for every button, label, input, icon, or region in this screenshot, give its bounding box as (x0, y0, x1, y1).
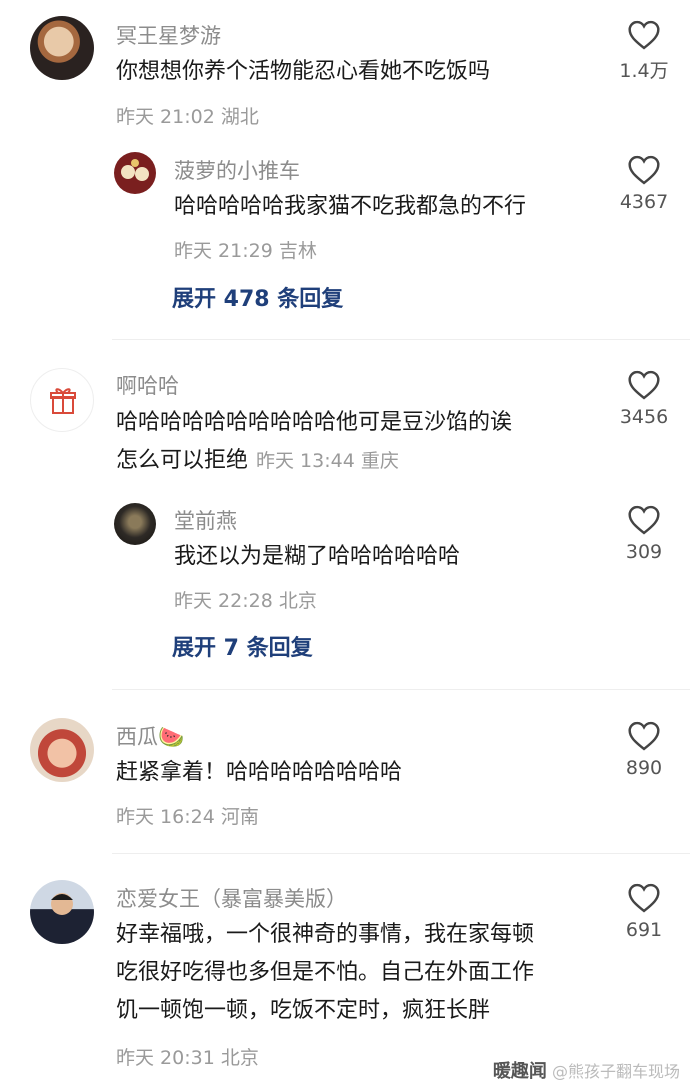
comment-text: 赶紧拿着！哈哈哈哈哈哈哈哈 (116, 760, 403, 785)
comment-text-line: 吃很好吃得也多但是不怕。自己在外面工作 (116, 960, 535, 985)
heart-icon (628, 370, 660, 400)
like-button[interactable]: 3456 (609, 370, 679, 428)
heart-icon (628, 20, 660, 50)
comment-text-line: 怎么可以拒绝 昨天 13:44 重庆 (116, 442, 512, 480)
comment-meta: 昨天 13:44 重庆 (256, 450, 399, 472)
comment-meta: 昨天 21:02 湖北 (116, 106, 259, 128)
username[interactable]: 啊哈哈 (116, 370, 179, 400)
username[interactable]: 堂前燕 (174, 505, 237, 535)
like-count: 4367 (619, 191, 669, 213)
avatar[interactable] (30, 368, 94, 432)
heart-icon (628, 505, 660, 535)
like-count: 1.4万 (619, 60, 669, 82)
expand-replies-link[interactable]: 展开 7 条回复 (172, 630, 313, 662)
comment-text-line: 哈哈哈哈哈哈哈哈哈哈他可是豆沙馅的诶 (116, 410, 513, 435)
like-button[interactable]: 691 (609, 883, 679, 941)
watermark: 暖趣闻 @熊孩子翻车现场 (493, 1057, 680, 1083)
heart-icon (628, 721, 660, 751)
avatar[interactable] (30, 16, 94, 80)
heart-icon (628, 155, 660, 185)
avatar[interactable] (30, 880, 94, 944)
username[interactable]: 冥王星梦游 (116, 20, 221, 50)
reply-meta: 昨天 22:28 北京 (174, 590, 317, 612)
comment-text: 哈哈哈哈哈哈哈哈哈哈他可是豆沙馅的诶 怎么可以拒绝 昨天 13:44 重庆 (116, 404, 512, 480)
divider (112, 689, 690, 690)
like-button[interactable]: 1.4万 (609, 20, 679, 83)
like-count: 3456 (619, 406, 669, 428)
divider (112, 339, 690, 340)
comment-text: 你想想你养个活物能忍心看她不吃饭吗 (116, 59, 491, 84)
like-count: 890 (625, 757, 663, 779)
like-button[interactable]: 890 (609, 721, 679, 779)
heart-icon (628, 883, 660, 913)
comment-text-line: 好幸福哦，一个很神奇的事情，我在家每顿 (116, 922, 535, 947)
username[interactable]: 恋爱女王（暴富暴美版） (116, 883, 347, 913)
like-button[interactable]: 4367 (609, 155, 679, 213)
reply-text: 哈哈哈哈哈我家猫不吃我都急的不行 (174, 194, 527, 219)
avatar[interactable] (114, 503, 156, 545)
watermark-brand: 暖趣闻 (492, 1061, 547, 1082)
username[interactable]: 西瓜🍉 (116, 721, 184, 751)
comment-text-line-part: 怎么可以拒绝 (116, 448, 249, 473)
comment-meta: 昨天 16:24 河南 (116, 806, 259, 828)
like-button[interactable]: 309 (609, 505, 679, 563)
like-count: 309 (625, 541, 663, 563)
gift-icon (50, 388, 76, 414)
username[interactable]: 菠萝的小推车 (174, 155, 300, 185)
divider (112, 853, 690, 854)
like-count: 691 (625, 919, 663, 941)
comment-meta: 昨天 20:31 北京 (116, 1047, 259, 1069)
reply-meta: 昨天 21:29 吉林 (174, 240, 317, 262)
avatar[interactable] (30, 718, 94, 782)
comment-text: 好幸福哦，一个很神奇的事情，我在家每顿 吃很好吃得也多但是不怕。自己在外面工作 … (116, 916, 534, 1030)
expand-replies-link[interactable]: 展开 478 条回复 (172, 281, 343, 313)
watermark-source: @熊孩子翻车现场 (551, 1062, 680, 1081)
comment-text-line: 饥一顿饱一顿，吃饭不定时，疯狂长胖 (116, 998, 491, 1023)
avatar[interactable] (114, 152, 156, 194)
reply-text: 我还以为是糊了哈哈哈哈哈哈 (174, 544, 461, 569)
